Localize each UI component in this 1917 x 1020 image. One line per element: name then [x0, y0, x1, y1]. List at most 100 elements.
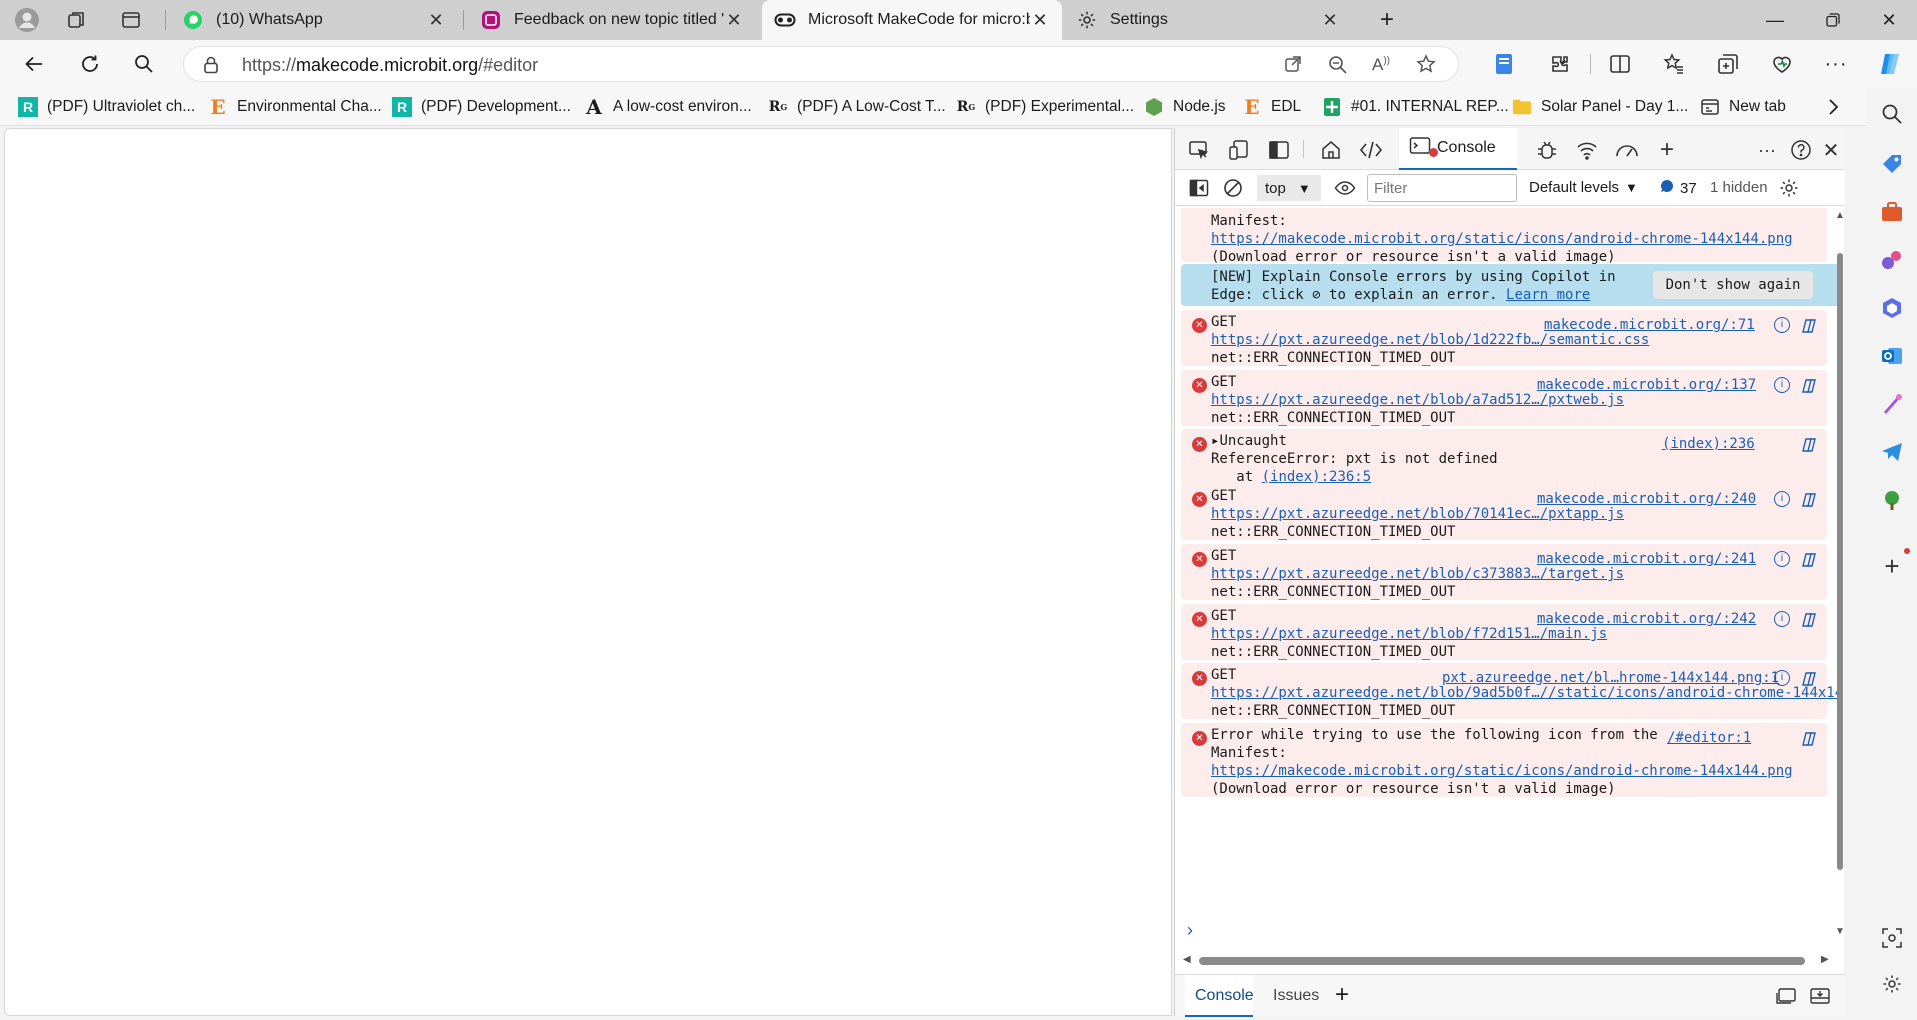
- favorite-item[interactable]: R G (PDF) Experimental...: [956, 96, 1134, 118]
- learn-more-link[interactable]: Learn more: [1506, 287, 1590, 303]
- copilot-explain-icon[interactable]: [1801, 318, 1817, 334]
- sidebar-settings-gear-icon[interactable]: [1878, 970, 1906, 998]
- page-viewport[interactable]: [4, 128, 1172, 1016]
- scroll-up-arrow-icon[interactable]: ▲: [1835, 210, 1845, 221]
- source-location-link[interactable]: makecode.microbit.org/:240: [1537, 490, 1756, 508]
- favorite-star-icon[interactable]: [1416, 54, 1436, 79]
- lock-icon[interactable]: [202, 55, 220, 80]
- tab-makecode[interactable]: Microsoft MakeCode for micro:bit ✕: [762, 0, 1062, 40]
- favorite-item[interactable]: E EDL: [1242, 95, 1301, 119]
- copilot-explain-icon[interactable]: [1801, 612, 1817, 628]
- favorite-item[interactable]: R (PDF) Development...: [392, 96, 571, 118]
- sources-bug-icon[interactable]: [1533, 136, 1561, 164]
- network-wifi-icon[interactable]: [1573, 136, 1601, 164]
- sidebar-capture-icon[interactable]: [1878, 924, 1906, 952]
- microsoft-365-icon[interactable]: [1878, 294, 1906, 322]
- source-location-link[interactable]: makecode.microbit.org/:242: [1537, 610, 1756, 628]
- favorites-icon[interactable]: [1658, 49, 1690, 79]
- message-count-badge[interactable]: 37: [1660, 179, 1697, 197]
- live-expression-eye-icon[interactable]: [1331, 174, 1359, 202]
- customize-more-icon[interactable]: ···: [1753, 136, 1781, 164]
- welcome-home-icon[interactable]: [1317, 136, 1345, 164]
- entry-url-link[interactable]: https://pxt.azureedge.net/blob/1d222fb…/…: [1211, 332, 1649, 348]
- telegram-send-icon[interactable]: [1878, 438, 1906, 466]
- scroll-down-arrow-icon[interactable]: ▼: [1835, 926, 1845, 937]
- entry-url-link[interactable]: https://pxt.azureedge.net/blob/c373883…/…: [1211, 566, 1624, 582]
- entry-url-link[interactable]: https://pxt.azureedge.net/blob/9ad5b0f…/…: [1211, 685, 1837, 701]
- clear-console-icon[interactable]: [1219, 174, 1247, 202]
- workspaces-icon[interactable]: [62, 6, 92, 34]
- vertical-tabs-icon[interactable]: [116, 6, 146, 34]
- designer-icon[interactable]: [1878, 390, 1906, 418]
- console-horizontal-scrollbar[interactable]: ◀ ▶: [1183, 954, 1833, 968]
- source-location-link[interactable]: /#editor:1: [1667, 729, 1751, 747]
- back-button[interactable]: [18, 49, 50, 79]
- more-tools-plus-icon[interactable]: +: [1653, 136, 1681, 164]
- console-prompt-icon[interactable]: ›: [1187, 920, 1193, 941]
- info-circle-icon[interactable]: i: [1774, 611, 1790, 627]
- copilot-explain-icon[interactable]: [1801, 671, 1817, 687]
- performance-gauge-icon[interactable]: [1613, 136, 1641, 164]
- source-location-link[interactable]: makecode.microbit.org/:137: [1537, 376, 1756, 394]
- stack-frame-link[interactable]: (index):236:5: [1262, 469, 1372, 485]
- source-location-link[interactable]: makecode.microbit.org/:71: [1544, 316, 1755, 334]
- zoom-out-icon[interactable]: [1328, 55, 1348, 80]
- copilot-explain-icon[interactable]: [1801, 731, 1817, 747]
- copilot-explain-icon[interactable]: [1801, 552, 1817, 568]
- minimize-window-button[interactable]: —: [1752, 0, 1798, 40]
- close-tab-icon[interactable]: ✕: [1320, 10, 1340, 31]
- settings-and-more-icon[interactable]: ···: [1820, 49, 1852, 79]
- outlook-icon[interactable]: [1878, 342, 1906, 370]
- close-tab-icon[interactable]: ✕: [1030, 10, 1050, 31]
- close-devtools-icon[interactable]: ✕: [1817, 136, 1845, 164]
- scroll-left-arrow-icon[interactable]: ◀: [1183, 954, 1191, 965]
- reading-view-icon[interactable]: [1488, 49, 1520, 79]
- scrollbar-thumb[interactable]: [1199, 957, 1805, 965]
- copilot-explain-icon[interactable]: [1801, 378, 1817, 394]
- inspect-element-icon[interactable]: [1185, 136, 1213, 164]
- console-messages[interactable]: Manifest: https://makecode.microbit.org/…: [1175, 208, 1837, 946]
- close-tab-icon[interactable]: ✕: [426, 10, 446, 31]
- collections-icon[interactable]: [1712, 49, 1744, 79]
- split-screen-icon[interactable]: [1604, 49, 1636, 79]
- scrollbar-thumb[interactable]: [1837, 253, 1843, 870]
- drawer-issues-label[interactable]: Issues: [1273, 987, 1319, 1005]
- drawer-quick-view-icon[interactable]: [1775, 987, 1797, 1010]
- entry-url-link[interactable]: https://pxt.azureedge.net/blob/a7ad512…/…: [1211, 392, 1624, 408]
- favorite-item[interactable]: Node.js: [1144, 96, 1226, 118]
- add-sidebar-app-icon[interactable]: +: [1878, 551, 1906, 581]
- info-circle-icon[interactable]: i: [1774, 670, 1790, 686]
- info-circle-icon[interactable]: i: [1774, 551, 1790, 567]
- favorite-item[interactable]: R G (PDF) A Low-Cost T...: [768, 96, 946, 118]
- open-in-app-icon[interactable]: [1284, 55, 1302, 78]
- tree-drop-icon[interactable]: [1878, 486, 1906, 514]
- entry-url-link[interactable]: https://pxt.azureedge.net/blob/70141ec…/…: [1211, 506, 1624, 522]
- search-button[interactable]: [128, 49, 160, 79]
- info-circle-icon[interactable]: i: [1774, 317, 1790, 333]
- copilot-explain-icon[interactable]: [1801, 437, 1817, 453]
- entry-url-link[interactable]: https://makecode.microbit.org/static/ico…: [1211, 763, 1793, 779]
- dock-side-icon[interactable]: [1265, 136, 1293, 164]
- context-selector[interactable]: top ▼: [1257, 175, 1321, 201]
- entry-url-link[interactable]: https://pxt.azureedge.net/blob/f72d151…/…: [1211, 626, 1607, 642]
- extensions-icon[interactable]: [1544, 49, 1576, 79]
- new-tab-button[interactable]: +: [1372, 6, 1402, 34]
- favorite-item[interactable]: Solar Panel - Day 1...: [1512, 96, 1688, 118]
- drawer-dock-icon[interactable]: [1809, 987, 1831, 1010]
- shopping-tag-icon[interactable]: [1878, 150, 1906, 178]
- browser-essentials-icon[interactable]: [1766, 49, 1798, 79]
- games-icon[interactable]: [1878, 246, 1906, 274]
- favorite-item[interactable]: New tab: [1700, 96, 1786, 118]
- source-location-link[interactable]: (index):236: [1662, 435, 1755, 453]
- close-window-button[interactable]: ✕: [1866, 0, 1912, 40]
- sidebar-search-icon[interactable]: [1878, 100, 1906, 128]
- device-emulation-icon[interactable]: [1225, 136, 1253, 164]
- favorite-item[interactable]: R (PDF) Ultraviolet ch...: [18, 96, 195, 118]
- close-tab-icon[interactable]: ✕: [724, 10, 744, 31]
- log-levels-dropdown[interactable]: Default levels ▼: [1529, 179, 1638, 196]
- info-circle-icon[interactable]: i: [1774, 377, 1790, 393]
- read-aloud-icon[interactable]: A)): [1372, 55, 1390, 75]
- scroll-right-arrow-icon[interactable]: ▶: [1821, 954, 1829, 965]
- elements-code-icon[interactable]: [1357, 136, 1385, 164]
- profile-avatar-icon[interactable]: [12, 6, 42, 34]
